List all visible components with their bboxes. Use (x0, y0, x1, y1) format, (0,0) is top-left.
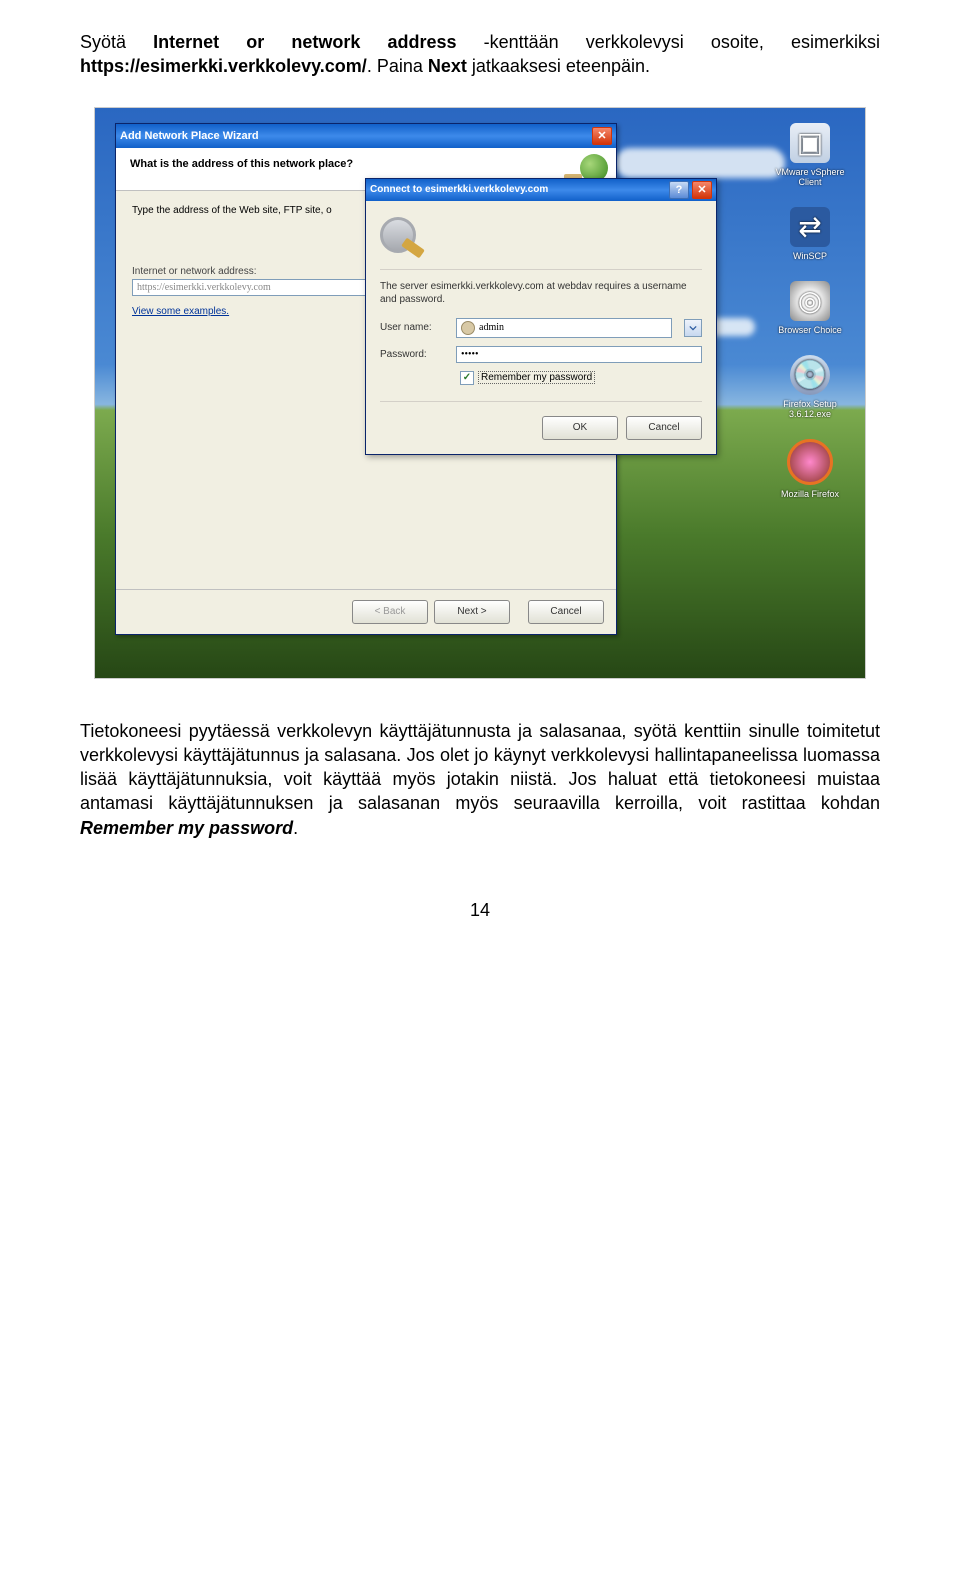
firefox-glyph-icon (787, 439, 833, 485)
auth-title: Connect to esimerkki.verkkolevy.com (370, 184, 669, 195)
close-button[interactable]: ✕ (592, 127, 612, 145)
password-label: Password: (380, 349, 448, 360)
username-dropdown[interactable] (684, 319, 702, 337)
vmware-glyph-icon: ▣ (790, 123, 830, 163)
password-value: ••••• (461, 349, 479, 360)
wizard-titlebar[interactable]: Add Network Place Wizard ✕ (116, 124, 616, 148)
cancel-button[interactable]: Cancel (626, 416, 702, 440)
screenshot-embedded: ▣ VMware vSphere Client ⇄ WinSCP ◎ Brows… (94, 107, 866, 679)
vmware-icon[interactable]: ▣ VMware vSphere Client (770, 123, 850, 187)
user-icon (461, 321, 475, 335)
next-button[interactable]: Next > (434, 600, 510, 624)
auth-top (366, 201, 716, 265)
username-label: User name: (380, 322, 448, 333)
back-button[interactable]: < Back (352, 600, 428, 624)
connect-auth-dialog: Connect to esimerkki.verkkolevy.com ? ✕ … (365, 178, 717, 455)
desktop-icon-label: WinSCP (793, 251, 827, 261)
username-input[interactable]: admin (456, 318, 672, 338)
username-value: admin (479, 322, 504, 333)
separator (380, 401, 702, 402)
chevron-down-icon (689, 324, 697, 332)
firefox-setup-icon[interactable]: 💿 Firefox Setup 3.6.12.exe (770, 355, 850, 419)
close-button[interactable]: ✕ (692, 181, 712, 199)
password-input[interactable]: ••••• (456, 346, 702, 363)
close-icon: ✕ (697, 183, 706, 196)
desktop-icon-label: Firefox Setup 3.6.12.exe (770, 399, 850, 419)
doc-paragraph-2: Tietokoneesi pyytäessä verkkolevyn käytt… (80, 719, 880, 840)
auth-titlebar[interactable]: Connect to esimerkki.verkkolevy.com ? ✕ (366, 179, 716, 201)
remember-label[interactable]: Remember my password (478, 371, 595, 384)
remember-row: ✓ Remember my password (366, 367, 716, 389)
page-number: 14 (80, 900, 880, 921)
wizard-question: What is the address of this network plac… (130, 158, 602, 170)
ok-button[interactable]: OK (542, 416, 618, 440)
firefox-icon[interactable]: Mozilla Firefox (770, 439, 850, 499)
view-examples-link[interactable]: View some examples. (132, 306, 229, 317)
browser-glyph-icon: ◎ (790, 281, 830, 321)
wizard-title: Add Network Place Wizard (120, 130, 592, 142)
keys-icon (380, 215, 424, 259)
address-input[interactable]: https://esimerkki.verkkolevy.com (132, 279, 382, 296)
doc-paragraph-1: Syötä Internet or network address -kentt… (80, 30, 880, 79)
help-button[interactable]: ? (669, 181, 689, 199)
password-row: Password: ••••• (366, 342, 716, 367)
username-row: User name: admin (366, 314, 716, 342)
winscp-icon[interactable]: ⇄ WinSCP (770, 207, 850, 261)
separator (380, 269, 702, 270)
wizard-footer: < Back Next > Cancel (116, 589, 616, 634)
winscp-glyph-icon: ⇄ (790, 207, 830, 247)
disc-glyph-icon: 💿 (790, 355, 830, 395)
help-icon: ? (676, 184, 683, 196)
browser-choice-icon[interactable]: ◎ Browser Choice (770, 281, 850, 335)
remember-checkbox[interactable]: ✓ (460, 371, 474, 385)
desktop-icon-label: Mozilla Firefox (781, 489, 839, 499)
desktop-icon-label: Browser Choice (778, 325, 842, 335)
desktop-icons: ▣ VMware vSphere Client ⇄ WinSCP ◎ Brows… (765, 123, 855, 499)
cancel-button[interactable]: Cancel (528, 600, 604, 624)
desktop-icon-label: VMware vSphere Client (770, 167, 850, 187)
auth-message: The server esimerkki.verkkolevy.com at w… (380, 280, 702, 306)
cloud (615, 148, 785, 178)
auth-buttons: OK Cancel (366, 406, 716, 454)
close-icon: ✕ (597, 129, 606, 142)
checkmark-icon: ✓ (463, 372, 471, 383)
